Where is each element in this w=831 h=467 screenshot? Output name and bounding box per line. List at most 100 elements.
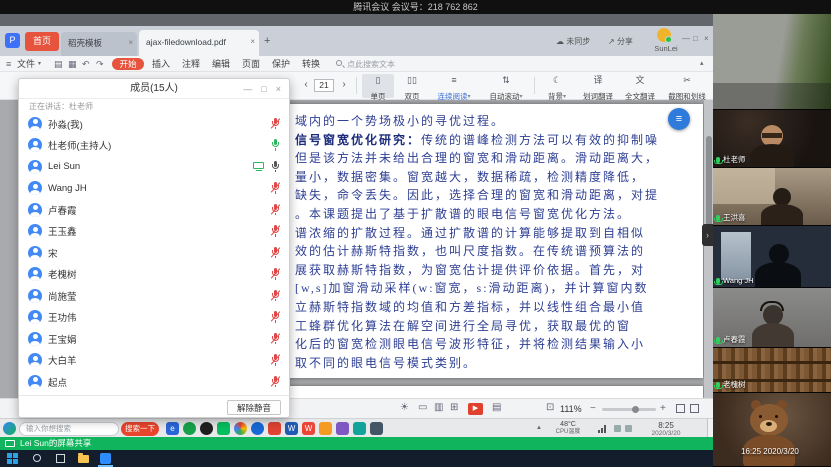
prev-page-button[interactable]: ‹ (300, 77, 312, 93)
member-row[interactable]: 王玉鑫 (19, 221, 289, 243)
taskbar-app-icon[interactable] (319, 422, 332, 435)
fit-width-icon[interactable] (690, 404, 699, 413)
thumbnail-view-icon[interactable]: ▤ (492, 402, 501, 413)
collapse-video-column-button[interactable]: › (702, 224, 713, 246)
member-row[interactable]: 孙淼(我) (19, 113, 289, 135)
muted-mic-icon[interactable] (270, 290, 280, 302)
word-translate-button[interactable]: 译 划词翻译 (578, 74, 618, 98)
maximize-icon[interactable]: □ (261, 84, 266, 94)
task-view-button[interactable] (56, 454, 65, 463)
muted-mic-icon[interactable] (270, 247, 280, 259)
doc-tab-template[interactable]: 稻壳模板 × (61, 32, 137, 56)
doc-tab-pdf[interactable]: ajax-filedownload.pdf × (139, 30, 259, 56)
document-search-input[interactable] (347, 57, 443, 71)
muted-mic-icon[interactable] (270, 376, 280, 388)
close-icon[interactable]: × (250, 30, 255, 54)
continuous-read-button[interactable]: ≡ 连续阅读▾ (430, 74, 478, 98)
close-window-button[interactable]: × (704, 34, 709, 43)
undo-icon[interactable]: ↶ (82, 56, 90, 72)
scrollbar[interactable] (704, 100, 713, 398)
background-button[interactable]: ☾ 背景▾ (540, 74, 574, 98)
taskbar-search-input[interactable] (19, 422, 119, 436)
play-presentation-button[interactable]: ▶ (468, 403, 483, 415)
tray-expand-icon[interactable]: ▲ (536, 425, 542, 431)
taskbar-clock[interactable]: 8:25 2020/3/20 (640, 421, 692, 438)
video-tile[interactable]: 王洪喜 (713, 168, 831, 226)
member-row[interactable]: 宋 (19, 242, 289, 264)
share-button[interactable]: ↗ 分享 (608, 36, 633, 47)
view-single-page-button[interactable]: ▯ 单页 (362, 74, 394, 98)
menu-page[interactable]: 页面 (242, 56, 260, 72)
muted-mic-icon[interactable] (270, 182, 280, 194)
video-tile[interactable]: 老槐树 (713, 348, 831, 393)
menu-annotate[interactable]: 注释 (182, 56, 200, 72)
next-page-button[interactable]: › (338, 77, 350, 93)
member-row[interactable]: 尚施莹 (19, 285, 289, 307)
close-icon[interactable]: × (276, 84, 281, 94)
taskbar-app-icon[interactable] (370, 422, 383, 435)
muted-mic-icon[interactable] (270, 204, 280, 216)
tray-icon[interactable] (614, 425, 621, 432)
hamburger-icon[interactable]: ≡ (6, 56, 11, 72)
eye-protect-icon[interactable]: ☀ (400, 402, 409, 413)
menu-file[interactable]: 文件 (17, 56, 35, 72)
muted-mic-icon[interactable] (270, 225, 280, 237)
zoom-slider[interactable] (602, 408, 656, 411)
member-row[interactable]: 老槐树 (19, 264, 289, 286)
fullscreen-icon[interactable] (676, 404, 685, 413)
menu-edit[interactable]: 编辑 (212, 56, 230, 72)
minimize-window-button[interactable]: — (682, 34, 690, 43)
collapse-ribbon-icon[interactable]: ▴ (700, 56, 704, 72)
menu-convert[interactable]: 转换 (302, 56, 320, 72)
print-icon[interactable]: ▦ (68, 56, 77, 72)
video-tile[interactable]: 卢春霞 (713, 288, 831, 348)
taskbar-search-button[interactable]: 搜索一下 (121, 422, 159, 436)
member-row[interactable]: 起点 (19, 371, 289, 393)
menu-protect[interactable]: 保护 (272, 56, 290, 72)
video-tile[interactable]: 杜老师 (713, 110, 831, 168)
menu-start[interactable]: 开始 (112, 58, 144, 70)
zoom-in-button[interactable]: + (660, 403, 666, 414)
unmute-button[interactable]: 解除静音 (227, 400, 281, 415)
account-avatar[interactable] (657, 28, 671, 42)
self-video-tile[interactable]: 16:25 2020/3/20 (713, 393, 831, 467)
menu-insert[interactable]: 插入 (152, 56, 170, 72)
sync-status-button[interactable]: ☁ 未同步 (556, 36, 590, 47)
taskbar-app-icon[interactable] (336, 422, 349, 435)
zoom-slider-knob[interactable] (632, 406, 639, 413)
taskbar-app-icon[interactable]: e (166, 422, 179, 435)
taskbar-app-icon[interactable] (353, 422, 366, 435)
video-tile[interactable]: Wang JH (713, 226, 831, 288)
page-number-input[interactable]: 21 (314, 79, 334, 92)
taskbar-app-icon[interactable]: W (285, 422, 298, 435)
view-two-page-button[interactable]: ▯▯ 双页 (396, 74, 428, 98)
member-row[interactable]: 王功伟 (19, 307, 289, 329)
muted-mic-icon[interactable] (270, 268, 280, 280)
screenshot-button[interactable]: ✂ 截图和划线 (662, 74, 712, 98)
network-icon[interactable] (598, 425, 608, 433)
grid-view-icon[interactable]: ⊞ (450, 402, 458, 413)
file-explorer-button[interactable] (78, 455, 89, 463)
auto-scroll-button[interactable]: ⇅ 自动滚动▾ (482, 74, 530, 98)
taskbar-app-icon[interactable]: W (302, 422, 315, 435)
zoom-out-button[interactable]: − (590, 403, 596, 414)
double-view-icon[interactable]: ▥ (434, 402, 443, 413)
redo-icon[interactable]: ↷ (96, 56, 104, 72)
fit-page-icon[interactable]: ⊡ (546, 402, 554, 413)
search-widget-icon[interactable] (3, 422, 16, 435)
member-row[interactable]: 王宝娟 (19, 328, 289, 350)
taskbar-app-icon[interactable] (251, 422, 264, 435)
taskbar-app-icon[interactable] (200, 422, 213, 435)
video-tile[interactable] (713, 14, 831, 110)
muted-mic-icon[interactable] (270, 333, 280, 345)
muted-mic-icon[interactable] (270, 311, 280, 323)
full-translate-button[interactable]: 文 全文翻译 (620, 74, 660, 98)
muted-mic-icon[interactable] (270, 354, 280, 366)
taskbar-app-icon[interactable] (234, 422, 247, 435)
member-row[interactable]: 卢春霞 (19, 199, 289, 221)
member-row[interactable]: 大白羊 (19, 350, 289, 372)
home-tab[interactable]: 首页 (25, 32, 59, 51)
tray-icon[interactable] (625, 425, 632, 432)
taskbar-search-button[interactable] (33, 454, 41, 462)
taskbar-app-icon[interactable] (217, 422, 230, 435)
